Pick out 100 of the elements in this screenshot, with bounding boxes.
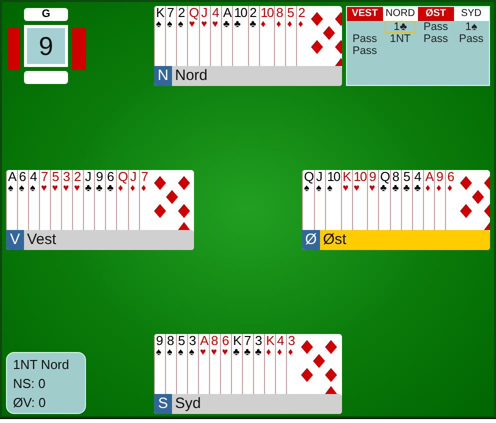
card-rank: 9 xyxy=(368,170,376,184)
playing-card[interactable]: 2 ♣ xyxy=(248,6,259,66)
player-name: Syd xyxy=(172,394,342,414)
playing-card[interactable]: 7 ♥ xyxy=(39,170,50,230)
card-rank: K xyxy=(232,334,241,348)
playing-card[interactable]: 2 ♦ xyxy=(296,6,342,66)
playing-card[interactable]: 10 ♦ xyxy=(258,6,274,66)
card-suit: ♣ xyxy=(248,20,256,30)
bid: Pass xyxy=(352,33,378,45)
bid: Pass xyxy=(352,45,378,57)
card-rank: 3 xyxy=(287,334,294,348)
playing-card[interactable]: K ♠ xyxy=(154,6,165,66)
playing-card[interactable]: 9 ♥ xyxy=(367,170,378,230)
playing-card[interactable]: 4 ♥ xyxy=(210,6,222,66)
playing-card[interactable]: Q ♣ xyxy=(378,170,390,230)
card-suit: ♠ xyxy=(29,184,36,194)
bid: 1♠ xyxy=(464,21,478,33)
playing-card[interactable]: 5 ♠ xyxy=(176,334,187,394)
card-suit: ♣ xyxy=(243,348,251,358)
playing-card[interactable]: 3 ♣ xyxy=(253,334,264,394)
playing-card[interactable]: Q ♦ xyxy=(116,170,128,230)
card-suit: ♦ xyxy=(424,184,430,194)
playing-card[interactable]: Q ♥ xyxy=(187,6,200,66)
card-suit: ♠ xyxy=(166,20,172,30)
playing-card[interactable]: 10 ♥ xyxy=(352,170,368,230)
playing-card[interactable]: 5 ♦ xyxy=(285,6,296,66)
playing-card[interactable]: 2 ♠ xyxy=(176,6,187,66)
card-rank: 2 xyxy=(297,6,304,20)
playing-card[interactable]: 4 ♣ xyxy=(412,170,424,230)
card-rank: 3 xyxy=(188,334,196,348)
playing-card[interactable]: 3 ♦ xyxy=(286,334,342,394)
playing-card[interactable]: 9 ♦ xyxy=(434,170,446,230)
card-rank: 8 xyxy=(275,6,282,20)
pips-drawing xyxy=(301,340,339,394)
card-suit: ♥ xyxy=(211,20,218,30)
playing-card[interactable]: K ♣ xyxy=(231,334,242,394)
playing-card[interactable]: 3 ♥ xyxy=(61,170,72,230)
card-suit: ♥ xyxy=(199,348,206,358)
playing-card[interactable]: 9 ♣ xyxy=(94,170,105,230)
card-rank: 4 xyxy=(276,334,284,348)
card-suit: ♠ xyxy=(303,184,310,194)
playing-card[interactable]: 6 ♥ xyxy=(220,334,231,394)
card-rank: J xyxy=(315,170,322,184)
card-rank: 10 xyxy=(260,6,274,20)
playing-card[interactable]: 4 ♦ xyxy=(275,334,286,394)
playing-card[interactable]: 8 ♥ xyxy=(209,334,220,394)
playing-card[interactable]: J ♣ xyxy=(83,170,94,230)
card-rank: 6 xyxy=(18,170,26,184)
playing-card[interactable]: 6 ♣ xyxy=(105,170,116,230)
player-name: Nord xyxy=(172,66,342,86)
card-suit: ♣ xyxy=(402,184,410,194)
playing-card[interactable]: A ♥ xyxy=(198,334,209,394)
card-suit: ♣ xyxy=(233,20,241,30)
playing-card[interactable]: 8 ♦ xyxy=(274,6,286,66)
card-suit: ♥ xyxy=(368,184,375,194)
playing-card[interactable]: 7 ♠ xyxy=(165,6,176,66)
card-rank: Q xyxy=(117,170,128,184)
playing-card[interactable]: 4 ♠ xyxy=(28,170,39,230)
playing-card[interactable]: A ♠ xyxy=(6,170,17,230)
card-suit: ♦ xyxy=(297,20,304,30)
playing-card[interactable]: A ♣ xyxy=(221,6,232,66)
card-suit: ♣ xyxy=(222,20,230,30)
playing-card[interactable]: 5 ♥ xyxy=(50,170,61,230)
pips-drawing xyxy=(154,176,192,230)
card-rank: K xyxy=(265,334,274,348)
card-suit: ♦ xyxy=(276,348,282,358)
card-suit: ♦ xyxy=(275,20,282,30)
playing-card[interactable]: 7 ♦ xyxy=(139,170,194,230)
card-suit: ♥ xyxy=(62,184,69,194)
card-rank: A xyxy=(222,6,231,20)
card-suit: ♣ xyxy=(391,184,399,194)
playing-card[interactable]: 9 ♠ xyxy=(154,334,165,394)
card-rank: 9 xyxy=(155,334,162,348)
playing-card[interactable]: 8 ♣ xyxy=(390,170,402,230)
bid: Pass xyxy=(422,21,449,33)
seat-badge: Ø xyxy=(302,230,320,250)
playing-card[interactable]: 8 ♠ xyxy=(165,334,176,394)
card-rank: A xyxy=(424,170,433,184)
playing-card[interactable]: 10 ♣ xyxy=(232,6,248,66)
playing-card[interactable]: 7 ♣ xyxy=(242,334,253,394)
bid: Pass xyxy=(458,33,484,45)
playing-card[interactable]: K ♥ xyxy=(340,170,352,230)
playing-card[interactable]: 6 ♦ xyxy=(445,170,490,230)
board-number: 9 xyxy=(24,25,68,67)
playing-card[interactable]: Q ♠ xyxy=(302,170,314,230)
card-suit: ♦ xyxy=(446,184,452,194)
card-rank: A xyxy=(199,334,208,348)
card-rank: 5 xyxy=(286,6,294,20)
playing-card[interactable]: A ♦ xyxy=(423,170,434,230)
card-suit: ♠ xyxy=(177,20,184,30)
playing-card[interactable]: 2 ♥ xyxy=(72,170,83,230)
card-suit: ♥ xyxy=(188,20,195,30)
card-rank: Q xyxy=(188,6,198,20)
playing-card[interactable]: 5 ♣ xyxy=(401,170,412,230)
card-suit: ♣ xyxy=(232,348,240,358)
playing-card[interactable]: 10 ♠ xyxy=(325,170,341,230)
playing-card[interactable]: K ♦ xyxy=(264,334,275,394)
contract-text: ØV: 0 xyxy=(13,394,47,412)
playing-card[interactable]: 3 ♠ xyxy=(187,334,198,394)
playing-card[interactable]: 6 ♠ xyxy=(17,170,28,230)
